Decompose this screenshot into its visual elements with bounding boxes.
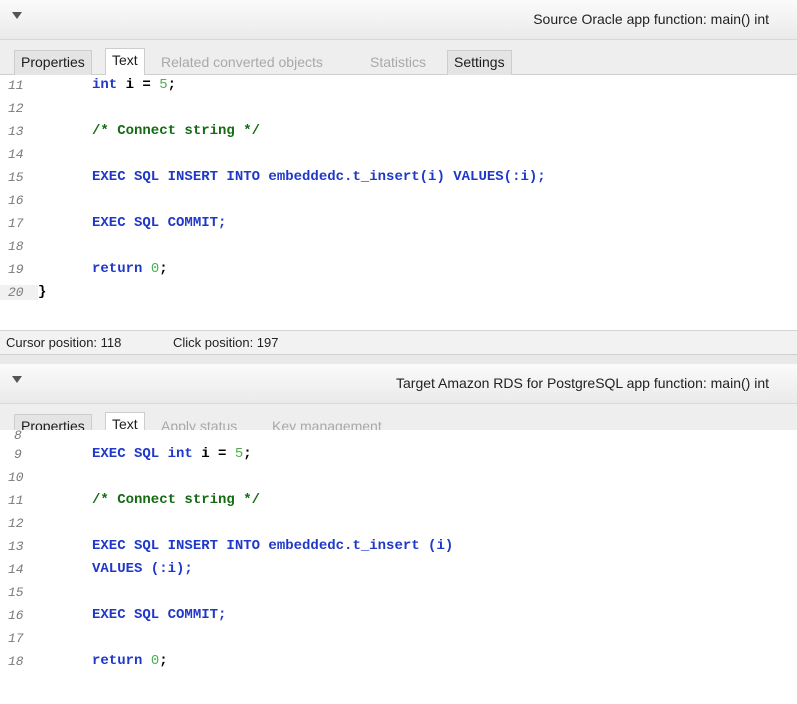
line-code: EXEC SQL COMMIT; [92, 215, 227, 231]
line-number: 19 [8, 262, 24, 277]
code-line: 9 EXEC SQL int i = 5; [0, 444, 797, 467]
line-number: 9 [14, 447, 22, 462]
target-panel: Target Amazon RDS for PostgreSQL app fun… [0, 364, 797, 704]
code-line: 18 return 0; [0, 651, 797, 674]
line-number: 14 [8, 562, 24, 577]
status-bar: Cursor position: 118 Click position: 197 [0, 330, 797, 354]
code-line: 12 [0, 513, 797, 536]
line-number: 8 [14, 428, 22, 443]
tab-text[interactable]: Text [105, 48, 145, 78]
tab-statistics[interactable]: Statistics [363, 50, 433, 75]
code-line: 8 [0, 428, 797, 444]
code-line: 13 EXEC SQL INSERT INTO embeddedc.t_inse… [0, 536, 797, 559]
source-panel-title: Source Oracle app function: main() int [533, 11, 769, 27]
line-code: EXEC SQL INSERT INTO embeddedc.t_insert(… [92, 169, 546, 185]
code-line: 16 [0, 190, 797, 213]
code-line: 16 EXEC SQL COMMIT; [0, 605, 797, 628]
line-code: int i = 5; [92, 77, 177, 93]
tab-related-converted-objects[interactable]: Related converted objects [154, 50, 330, 75]
code-line: 13 /* Connect string */ [0, 121, 797, 144]
line-number: 16 [8, 608, 24, 623]
code-line: 11 /* Connect string */ [0, 490, 797, 513]
line-number: 17 [8, 216, 24, 231]
line-code: return 0; [92, 261, 168, 277]
line-code: VALUES (:i); [92, 561, 193, 577]
source-tabbar: Properties Text Related converted object… [0, 40, 797, 78]
line-code: EXEC SQL INSERT INTO embeddedc.t_insert … [92, 538, 454, 554]
line-number: 18 [8, 654, 24, 669]
tab-properties[interactable]: Properties [14, 50, 92, 75]
code-line: 14 [0, 144, 797, 167]
code-line: 14 VALUES (:i); [0, 559, 797, 582]
line-code: EXEC SQL int i = 5; [92, 446, 252, 462]
code-line: 11 int i = 5; [0, 75, 797, 98]
line-number: 12 [8, 101, 24, 116]
code-line: 10 [0, 467, 797, 490]
collapse-triangle-icon[interactable] [12, 12, 22, 19]
tab-settings[interactable]: Settings [447, 50, 512, 75]
line-code: return 0; [92, 653, 168, 669]
code-line: 12 [0, 98, 797, 121]
line-number: 11 [8, 78, 24, 93]
code-line: 20 } [0, 282, 797, 305]
line-number: 11 [8, 493, 24, 508]
line-number: 20 [0, 285, 38, 300]
line-number: 15 [8, 170, 24, 185]
code-line: 17 EXEC SQL COMMIT; [0, 213, 797, 236]
line-number: 15 [8, 585, 24, 600]
collapse-triangle-icon[interactable] [12, 376, 22, 383]
source-panel-header[interactable]: Source Oracle app function: main() int [0, 0, 797, 40]
cursor-position: Cursor position: 118 [6, 335, 122, 350]
click-position: Click position: 197 [173, 335, 279, 350]
line-number: 13 [8, 124, 24, 139]
line-number: 13 [8, 539, 24, 554]
line-code: /* Connect string */ [92, 123, 261, 139]
code-line: 19 return 0; [0, 259, 797, 282]
target-panel-header[interactable]: Target Amazon RDS for PostgreSQL app fun… [0, 364, 797, 404]
code-line: 18 [0, 236, 797, 259]
code-line: 17 [0, 628, 797, 651]
code-line: 15 EXEC SQL INSERT INTO embeddedc.t_inse… [0, 167, 797, 190]
target-panel-title: Target Amazon RDS for PostgreSQL app fun… [396, 375, 769, 391]
line-code: EXEC SQL COMMIT; [92, 607, 227, 623]
source-code-editor[interactable]: 11 int i = 5; 12 13 /* Connect string */… [0, 75, 797, 305]
line-number: 18 [8, 239, 24, 254]
source-panel: Source Oracle app function: main() int P… [0, 0, 797, 330]
line-number: 12 [8, 516, 24, 531]
code-line: 15 [0, 582, 797, 605]
line-code: /* Connect string */ [92, 492, 261, 508]
line-number: 14 [8, 147, 24, 162]
line-number: 10 [8, 470, 24, 485]
line-code: } [38, 284, 47, 300]
target-code-editor[interactable]: 8 9 EXEC SQL int i = 5; 10 11 /* Connect… [0, 428, 797, 674]
line-number: 16 [8, 193, 24, 208]
line-number: 17 [8, 631, 24, 646]
